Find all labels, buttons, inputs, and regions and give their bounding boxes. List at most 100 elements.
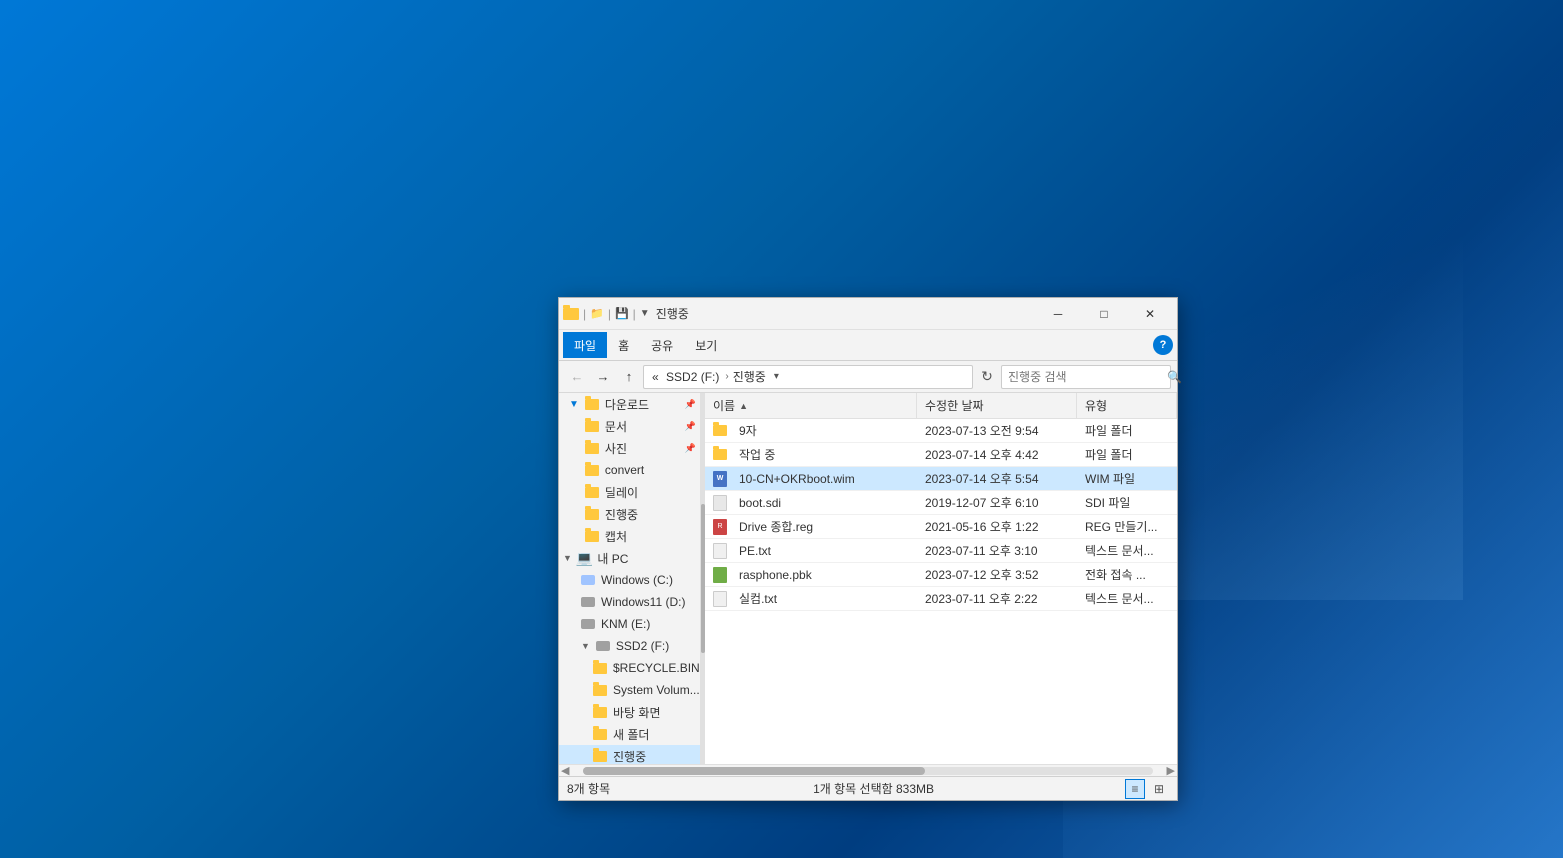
sidebar-item-convert[interactable]: ▼ convert: [559, 459, 700, 481]
sidebar-item-photos[interactable]: ▼ 사진 📌: [559, 437, 700, 459]
expand-icon-pc: ▼: [563, 553, 572, 563]
folder-icon: [585, 421, 599, 432]
sidebar-item-delay[interactable]: ▼ 딜레이: [559, 481, 700, 503]
view-list-button[interactable]: ≡: [1125, 779, 1145, 799]
dropdown-arrow[interactable]: ▼: [640, 308, 650, 319]
sidebar-item-download[interactable]: ▼ 다운로드 📌: [559, 393, 700, 415]
tab-share[interactable]: 공유: [640, 332, 684, 358]
folder-icon: [593, 751, 607, 762]
col-header-type[interactable]: 유형: [1077, 393, 1177, 418]
txt-icon: [713, 543, 727, 559]
sidebar-label-drive-d: Windows11 (D:): [601, 595, 685, 609]
path-parts: « SSD2 (F:) › 진행중 ▾: [652, 368, 779, 385]
help-button[interactable]: ?: [1153, 335, 1173, 355]
search-icon[interactable]: 🔍: [1167, 370, 1182, 384]
pbk-icon: [713, 567, 727, 583]
sidebar-item-drive-e[interactable]: KNM (E:): [559, 613, 700, 635]
file-row-7[interactable]: 실컴.txt 2023-07-11 오후 2:22 텍스트 문서...: [705, 587, 1177, 611]
sidebar-item-desktop[interactable]: 바탕 화면: [559, 701, 700, 723]
folder-icon: [585, 487, 599, 498]
pin-icon-documents: 📌: [685, 421, 696, 432]
file-row-6[interactable]: rasphone.pbk 2023-07-12 오후 3:52 전화 접속 ..…: [705, 563, 1177, 587]
file-cell-type-5: 텍스트 문서...: [1077, 539, 1177, 562]
sidebar-item-drive-d[interactable]: Windows11 (D:): [559, 591, 700, 613]
file-cell-type-6: 전화 접속 ...: [1077, 563, 1177, 586]
drive-icon-c: [581, 575, 595, 585]
drive-icon-e: [581, 619, 595, 629]
sidebar-item-documents[interactable]: ▼ 문서 📌: [559, 415, 700, 437]
title-sep1: |: [583, 307, 586, 321]
ribbon-tabs: 파일 홈 공유 보기 ?: [559, 330, 1177, 360]
close-button[interactable]: ✕: [1127, 298, 1173, 330]
save-icon[interactable]: 💾: [615, 307, 629, 320]
file-cell-type-1: 파일 폴더: [1077, 443, 1177, 466]
content-area: ▼ 다운로드 📌 ▼ 문서 📌 ▼ 사진 📌 ▼ convert: [559, 393, 1177, 764]
hscroll-track[interactable]: [583, 767, 1152, 775]
sidebar-label-delay: 딜레이: [605, 484, 638, 501]
ribbon: 파일 홈 공유 보기 ?: [559, 330, 1177, 361]
folder-icon-row0: [713, 425, 727, 436]
file-cell-type-2: WIM 파일: [1077, 467, 1177, 490]
sidebar-item-sysvolume[interactable]: System Volum...: [559, 679, 700, 701]
file-cell-name-1: 작업 중: [705, 443, 917, 466]
file-cell-date-5: 2023-07-11 오후 3:10: [917, 539, 1077, 562]
maximize-button[interactable]: □: [1081, 298, 1127, 330]
col-header-date[interactable]: 수정한 날짜: [917, 393, 1077, 418]
file-row-4[interactable]: R Drive 종합.reg 2021-05-16 오후 1:22 REG 만들…: [705, 515, 1177, 539]
file-cell-date-4: 2021-05-16 오후 1:22: [917, 515, 1077, 538]
file-list: 이름 ▲ 수정한 날짜 유형 9자 2023-07-13 오전 9:54 파일 …: [705, 393, 1177, 764]
tab-file[interactable]: 파일: [563, 332, 607, 358]
file-cell-type-4: REG 만들기...: [1077, 515, 1177, 538]
folder-icon: [585, 443, 599, 454]
tab-view[interactable]: 보기: [684, 332, 728, 358]
col-type-label: 유형: [1085, 397, 1107, 414]
file-name-0: 9자: [739, 422, 757, 439]
forward-button[interactable]: →: [591, 365, 615, 389]
title-sep2: |: [608, 307, 611, 321]
back-button[interactable]: ←: [565, 365, 589, 389]
sidebar-item-jinhaengjoong1[interactable]: ▼ 진행중: [559, 503, 700, 525]
folder-icon: [593, 729, 607, 740]
sidebar-label-drive-e: KNM (E:): [601, 617, 650, 631]
file-cell-date-2: 2023-07-14 오후 5:54: [917, 467, 1077, 490]
sidebar-label-photos: 사진: [605, 440, 627, 457]
file-name-5: PE.txt: [739, 544, 771, 558]
window-folder-icon: [563, 308, 579, 320]
file-row-1[interactable]: 작업 중 2023-07-14 오후 4:42 파일 폴더: [705, 443, 1177, 467]
folder-icon: [585, 399, 599, 410]
file-name-6: rasphone.pbk: [739, 568, 812, 582]
file-cell-date-7: 2023-07-11 오후 2:22: [917, 587, 1077, 610]
sidebar-item-drive-f[interactable]: ▼ SSD2 (F:): [559, 635, 700, 657]
file-name-2: 10-CN+OKRboot.wim: [739, 472, 855, 486]
minimize-button[interactable]: ─: [1035, 298, 1081, 330]
path-dropdown[interactable]: ▾: [774, 371, 779, 382]
file-row-5[interactable]: PE.txt 2023-07-11 오후 3:10 텍스트 문서...: [705, 539, 1177, 563]
sidebar-label-jinhaeng1: 진행중: [605, 506, 638, 523]
sidebar-item-jinhaengjoong2[interactable]: 진행중: [559, 745, 700, 764]
tab-home[interactable]: 홈: [607, 332, 640, 358]
sidebar-item-recycle[interactable]: $RECYCLE.BIN: [559, 657, 700, 679]
col-header-name[interactable]: 이름 ▲: [705, 393, 917, 418]
address-path[interactable]: « SSD2 (F:) › 진행중 ▾: [643, 365, 973, 389]
sort-arrow-name: ▲: [739, 401, 748, 411]
file-row-2[interactable]: W 10-CN+OKRboot.wim 2023-07-14 오후 5:54 W…: [705, 467, 1177, 491]
up-button[interactable]: ↑: [617, 365, 641, 389]
file-row-3[interactable]: boot.sdi 2019-12-07 오후 6:10 SDI 파일: [705, 491, 1177, 515]
file-cell-date-3: 2019-12-07 오후 6:10: [917, 491, 1077, 514]
sidebar-scrollbar[interactable]: [701, 393, 705, 764]
folder-icon: [593, 685, 607, 696]
file-row-0[interactable]: 9자 2023-07-13 오전 9:54 파일 폴더: [705, 419, 1177, 443]
search-input[interactable]: [1008, 370, 1163, 384]
view-tiles-button[interactable]: ⊞: [1149, 779, 1169, 799]
path-chevron1[interactable]: ›: [725, 371, 728, 382]
sidebar-item-capture[interactable]: ▼ 캡처: [559, 525, 700, 547]
refresh-button[interactable]: ↻: [975, 365, 999, 389]
quick-access-icon[interactable]: 📁: [590, 307, 604, 320]
sidebar-item-newfolder[interactable]: 새 폴더: [559, 723, 700, 745]
sidebar-item-drive-c[interactable]: Windows (C:): [559, 569, 700, 591]
horizontal-scrollbar[interactable]: ◀ ▶: [559, 764, 1177, 776]
sidebar-item-mypc[interactable]: ▼ 💻 내 PC: [559, 547, 700, 569]
sidebar-label-capture: 캡처: [605, 528, 627, 545]
status-item-count: 8개 항목: [567, 780, 610, 797]
pin-icon-photos: 📌: [685, 443, 696, 454]
